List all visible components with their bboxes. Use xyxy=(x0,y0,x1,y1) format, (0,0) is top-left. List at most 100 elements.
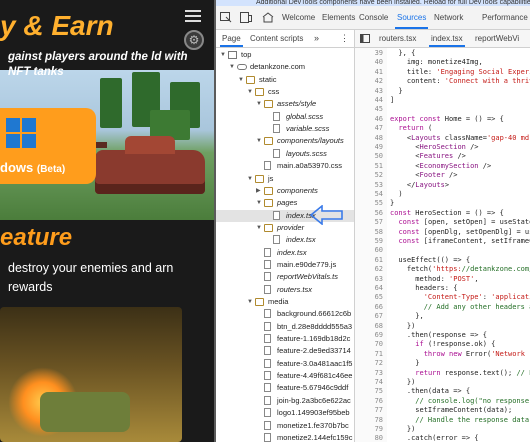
code-line[interactable]: 52 <Footer /> xyxy=(355,171,530,180)
line-number[interactable]: 70 xyxy=(355,340,383,349)
tree-item[interactable]: layouts.scss xyxy=(216,148,354,160)
tree-item[interactable]: main.a0a53970.css xyxy=(216,160,354,172)
tree-item[interactable]: monetize1.fe370b7bc xyxy=(216,420,354,432)
expanded-arrow-icon[interactable]: ▼ xyxy=(220,49,227,61)
code-line[interactable]: 74 }) xyxy=(355,378,530,387)
code-editor[interactable]: 39 }, {40 img: monetize4Img, 41 title: 'E… xyxy=(355,48,530,442)
line-number[interactable]: 62 xyxy=(355,265,383,274)
tab-page[interactable]: Page xyxy=(220,34,243,47)
code-line[interactable]: 76 // console.log("no response::: xyxy=(355,397,530,406)
code-line[interactable]: 73 return response.text(); // Par xyxy=(355,369,530,378)
line-number[interactable]: 72 xyxy=(355,359,383,368)
code-line[interactable]: 80 .catch(error => { xyxy=(355,434,530,442)
code-line[interactable]: 39 }, { xyxy=(355,49,530,58)
tab-performance[interactable]: Performance xyxy=(482,13,528,22)
more-tabs-icon[interactable]: » xyxy=(314,33,319,43)
tree-item[interactable]: feature-2.de9ed33714 xyxy=(216,345,354,357)
line-number[interactable]: 74 xyxy=(355,378,383,387)
line-number[interactable]: 67 xyxy=(355,312,383,321)
code-line[interactable]: 75 .then(data => { xyxy=(355,387,530,396)
tree-item[interactable]: ▼ components/layouts xyxy=(216,135,354,147)
line-number[interactable]: 58 xyxy=(355,228,383,237)
editor-tab-index[interactable]: index.tsx xyxy=(429,34,465,47)
line-number[interactable]: 51 xyxy=(355,162,383,171)
line-number[interactable]: 78 xyxy=(355,416,383,425)
tree-item[interactable]: logo1.149903ef95beb xyxy=(216,407,354,419)
code-line[interactable]: 71 throw new Error('Network res xyxy=(355,350,530,359)
toggle-navigator-icon[interactable] xyxy=(360,34,370,43)
tree-item[interactable]: index.tsx xyxy=(216,247,354,259)
line-number[interactable]: 56 xyxy=(355,209,383,218)
code-line[interactable]: 70 if (!response.ok) { xyxy=(355,340,530,349)
code-line[interactable]: 60 xyxy=(355,246,530,255)
collapsed-arrow-icon[interactable]: ▶ xyxy=(256,185,263,197)
tree-item[interactable]: global.scss xyxy=(216,111,354,123)
code-line[interactable]: 67 }, xyxy=(355,312,530,321)
line-number[interactable]: 73 xyxy=(355,369,383,378)
expanded-arrow-icon[interactable]: ▼ xyxy=(256,197,263,209)
tab-welcome[interactable]: Welcome xyxy=(282,13,315,22)
line-number[interactable]: 76 xyxy=(355,397,383,406)
expanded-arrow-icon[interactable]: ▼ xyxy=(256,98,263,110)
line-number[interactable]: 47 xyxy=(355,124,383,133)
tab-console[interactable]: Console xyxy=(359,13,388,22)
code-line[interactable]: 61 useEffect(() => { xyxy=(355,256,530,265)
tree-item[interactable]: feature-1.169db18d2c xyxy=(216,333,354,345)
code-line[interactable]: 65 'Content-Type': 'application xyxy=(355,293,530,302)
code-line[interactable]: 53 </Layouts> xyxy=(355,181,530,190)
code-line[interactable]: 47 return ( xyxy=(355,124,530,133)
line-number[interactable]: 60 xyxy=(355,246,383,255)
expanded-arrow-icon[interactable]: ▼ xyxy=(247,296,254,308)
code-line[interactable]: 78 // Handle the response data xyxy=(355,416,530,425)
expanded-arrow-icon[interactable]: ▼ xyxy=(256,222,263,234)
code-line[interactable]: 43 } xyxy=(355,87,530,96)
tree-item[interactable]: ▼ detankzone.com xyxy=(216,61,354,73)
code-line[interactable]: 77 setIframeContent(data); xyxy=(355,406,530,415)
code-line[interactable]: 48 <Layouts className='gap-40 md:ga xyxy=(355,134,530,143)
line-number[interactable]: 75 xyxy=(355,387,383,396)
tree-item[interactable]: btn_d.28e8dddd555a3 xyxy=(216,321,354,333)
expanded-arrow-icon[interactable]: ▼ xyxy=(238,74,245,86)
expanded-arrow-icon[interactable]: ▼ xyxy=(256,135,263,147)
code-line[interactable]: 62 fetch('https://detankzone.com/ad xyxy=(355,265,530,274)
code-line[interactable]: 56 const HeroSection = () => { xyxy=(355,209,530,218)
tree-item[interactable]: background.66612c6b xyxy=(216,308,354,320)
code-line[interactable]: 50 <Features /> xyxy=(355,152,530,161)
line-number[interactable]: 57 xyxy=(355,218,383,227)
line-number[interactable]: 66 xyxy=(355,303,383,312)
line-number[interactable]: 59 xyxy=(355,237,383,246)
inspect-element-icon[interactable] xyxy=(220,12,232,23)
tree-item[interactable]: ▶ components xyxy=(216,185,354,197)
line-number[interactable]: 53 xyxy=(355,181,383,190)
line-number[interactable]: 79 xyxy=(355,425,383,434)
code-line[interactable]: 49 <HeroSection /> xyxy=(355,143,530,152)
line-number[interactable]: 63 xyxy=(355,275,383,284)
tree-item[interactable]: index.tsx xyxy=(216,234,354,246)
code-line[interactable]: 42 content: 'Connect with a thrivin xyxy=(355,77,530,86)
line-number[interactable]: 39 xyxy=(355,49,383,58)
hamburger-icon[interactable] xyxy=(185,10,201,22)
tree-item[interactable]: ▼ static xyxy=(216,74,354,86)
tree-item[interactable]: ▼ css xyxy=(216,86,354,98)
line-number[interactable]: 68 xyxy=(355,322,383,331)
tree-item[interactable]: feature-3.0a481aac1f5 xyxy=(216,358,354,370)
code-line[interactable]: 58 const [openDlg, setOpenDlg] = useS xyxy=(355,228,530,237)
code-line[interactable]: 45 xyxy=(355,105,530,114)
gear-icon[interactable]: ⚙ xyxy=(184,30,204,50)
code-line[interactable]: 68 }) xyxy=(355,322,530,331)
tree-item[interactable]: monetize2.144efc159c xyxy=(216,432,354,442)
tree-item[interactable]: feature-5.67946c9ddf xyxy=(216,382,354,394)
code-line[interactable]: 40 img: monetize4Img, xyxy=(355,58,530,67)
line-number[interactable]: 50 xyxy=(355,152,383,161)
tree-item[interactable]: ▼ top xyxy=(216,49,354,61)
tree-item[interactable]: reportWebVitals.ts xyxy=(216,271,354,283)
tree-item[interactable]: routers.tsx xyxy=(216,284,354,296)
code-line[interactable]: 57 const [open, setOpen] = useState(f xyxy=(355,218,530,227)
tab-sources[interactable]: Sources xyxy=(394,13,429,29)
line-number[interactable]: 45 xyxy=(355,105,383,114)
tree-item[interactable]: main.e90de779.js xyxy=(216,259,354,271)
line-number[interactable]: 61 xyxy=(355,256,383,265)
navigator-menu-icon[interactable]: ⋮ xyxy=(340,33,349,44)
line-number[interactable]: 80 xyxy=(355,434,383,442)
code-line[interactable]: 59 const [iframeContent, setIframeCon xyxy=(355,237,530,246)
